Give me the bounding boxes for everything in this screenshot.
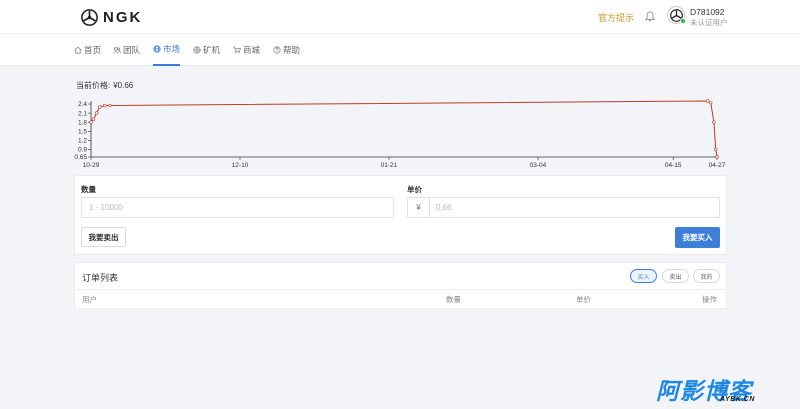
price-point bbox=[103, 103, 107, 108]
help-icon bbox=[273, 46, 281, 54]
cart-icon bbox=[233, 46, 241, 54]
price-point bbox=[712, 120, 716, 124]
filter-mine-button[interactable]: 我的 bbox=[693, 269, 720, 283]
unit-price-input[interactable] bbox=[429, 197, 720, 218]
nav-label: 帮助 bbox=[283, 45, 301, 55]
price-point bbox=[705, 99, 710, 103]
logo-text: NGK bbox=[103, 8, 143, 26]
quantity-label: 数量 bbox=[81, 185, 96, 194]
y-tick-label: 1.5 bbox=[78, 128, 87, 135]
top-header: NGK 官方提示 D781092 未认证用户 bbox=[0, 0, 800, 33]
trade-panel: 数量 单价 ¥ 我要卖出 我要买入 bbox=[74, 175, 727, 255]
x-tick-label: 04-27 bbox=[709, 162, 726, 169]
price-point bbox=[89, 120, 93, 124]
current-price: 当前价格: ¥0.66 bbox=[76, 80, 133, 91]
filter-buy-button[interactable]: 买入 bbox=[630, 269, 657, 283]
currency-symbol: ¥ bbox=[407, 197, 429, 218]
current-price-label: 当前价格: bbox=[76, 81, 111, 90]
user-verification-status: 未认证用户 bbox=[690, 18, 728, 27]
x-tick-label: 01-21 bbox=[381, 162, 398, 169]
nav-item-shop[interactable]: 商城 bbox=[233, 34, 260, 66]
globe-icon bbox=[153, 45, 161, 53]
nav-label: 团队 bbox=[123, 45, 141, 55]
unit-price-label: 单价 bbox=[407, 185, 422, 194]
column-header-user: 用户 bbox=[82, 295, 97, 304]
x-tick-label: 03-04 bbox=[530, 162, 547, 169]
team-icon bbox=[113, 46, 121, 54]
column-header-unit-price: 单价 bbox=[576, 295, 591, 304]
price-point bbox=[108, 103, 112, 108]
y-tick-label: 2.4 bbox=[78, 101, 87, 108]
price-chart: 2.4 2.1 1.8 1.5 1.2 0.90.6510-29 12-10 01-21 03-… bbox=[74, 99, 726, 169]
price-point bbox=[709, 100, 713, 105]
nav-label: 商城 bbox=[243, 45, 261, 55]
price-point bbox=[98, 105, 102, 109]
miner-icon bbox=[193, 46, 201, 54]
price-point bbox=[94, 111, 99, 115]
nav-item-help[interactable]: 帮助 bbox=[273, 34, 300, 66]
buy-button[interactable]: 我要买入 bbox=[675, 227, 720, 248]
nav-item-team[interactable]: 团队 bbox=[113, 34, 140, 66]
bell-icon[interactable] bbox=[645, 11, 655, 22]
nav-label: 市场 bbox=[163, 44, 181, 54]
logo-icon bbox=[81, 8, 98, 26]
nav-label: 矿机 bbox=[203, 45, 221, 55]
x-tick-label: 04-15 bbox=[665, 162, 682, 169]
x-tick-label: 12-10 bbox=[232, 162, 249, 169]
filter-sell-button[interactable]: 卖出 bbox=[662, 269, 689, 283]
price-point bbox=[714, 147, 718, 152]
watermark: 阿影博客 AYBK.CN bbox=[656, 372, 792, 404]
y-tick-label: 2.1 bbox=[78, 110, 87, 117]
nav-item-market[interactable]: 市场 bbox=[153, 34, 181, 66]
y-tick-label: 1.8 bbox=[78, 119, 87, 126]
column-header-action: 操作 bbox=[702, 295, 717, 304]
order-list-divider bbox=[75, 289, 726, 290]
y-tick-label: 0.9 bbox=[78, 147, 87, 154]
column-header-quantity: 数量 bbox=[446, 295, 461, 304]
y-tick-label: 1.2 bbox=[78, 138, 87, 145]
sell-button[interactable]: 我要卖出 bbox=[81, 227, 126, 247]
price-point bbox=[91, 117, 96, 121]
price-line bbox=[90, 100, 718, 157]
price-point bbox=[715, 154, 719, 159]
y-tick-label: 0.65 bbox=[74, 154, 87, 161]
main-nav: 首页 团队 市场 矿机 商城 帮助 bbox=[0, 33, 800, 66]
x-tick-label: 10-29 bbox=[83, 162, 100, 169]
nav-label: 首页 bbox=[84, 45, 102, 55]
current-price-value: ¥0.66 bbox=[113, 81, 134, 90]
user-id: D781092 bbox=[690, 7, 725, 17]
logo[interactable]: NGK bbox=[81, 8, 142, 26]
nav-item-miner[interactable]: 矿机 bbox=[193, 34, 220, 66]
quantity-input[interactable] bbox=[81, 197, 394, 218]
order-list-title: 订单列表 bbox=[82, 273, 119, 283]
official-notice-link[interactable]: 官方提示 bbox=[598, 11, 634, 24]
watermark-domain: AYBK.CN bbox=[720, 396, 755, 403]
online-status-dot bbox=[680, 18, 686, 24]
nav-item-home[interactable]: 首页 bbox=[74, 34, 101, 66]
avatar[interactable] bbox=[667, 6, 686, 24]
home-icon bbox=[74, 46, 82, 54]
order-list-panel: 订单列表 买入 卖出 我的 用户 数量 单价 操作 bbox=[74, 262, 727, 309]
